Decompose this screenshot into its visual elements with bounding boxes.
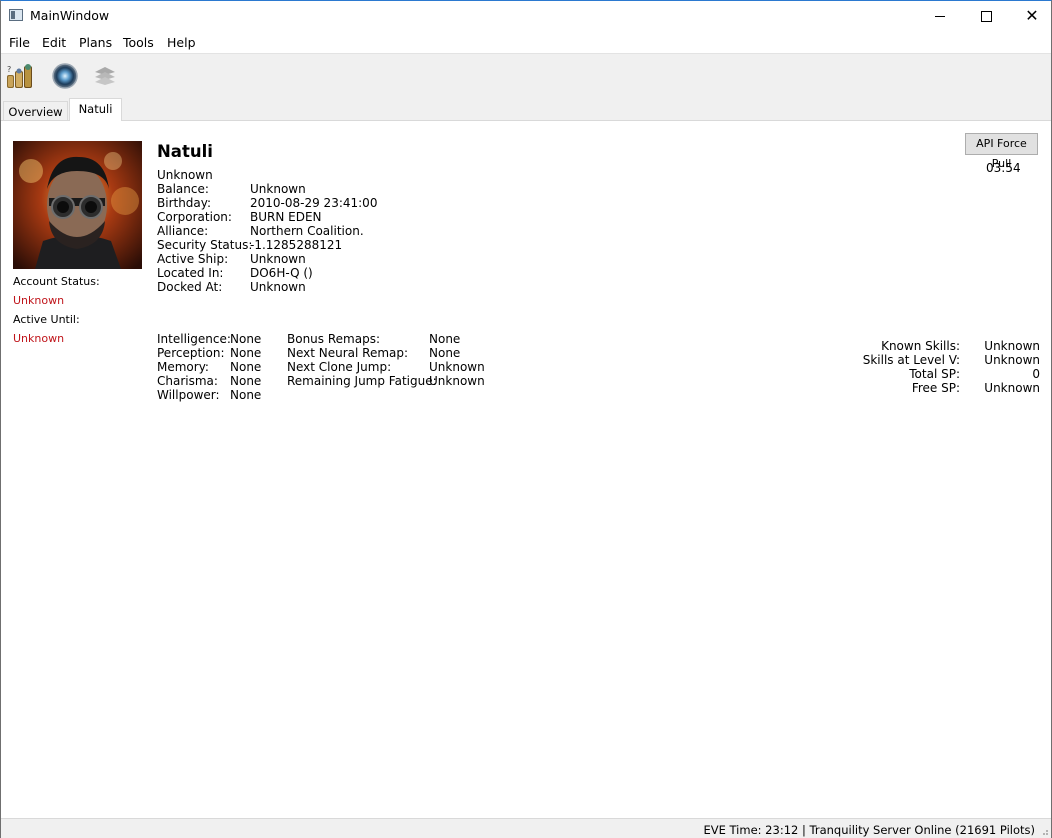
menu-bar: File Edit Plans Tools Help (1, 31, 1051, 53)
perception-value: None (230, 346, 262, 360)
tab-natuli[interactable]: Natuli (69, 98, 122, 121)
title-bar[interactable]: MainWindow ✕ (1, 1, 1051, 31)
charisma-value: None (230, 374, 262, 388)
menu-help[interactable]: Help (167, 35, 196, 50)
maximize-button[interactable] (963, 1, 1009, 31)
menu-plans[interactable]: Plans (79, 35, 112, 50)
skill-summary-label: Known Skills: (881, 339, 960, 353)
jump-fatigue-value: Unknown (429, 374, 485, 388)
total-sp-value: 0 (1032, 367, 1040, 381)
active-until-value: Unknown (13, 332, 65, 345)
close-button[interactable]: ✕ (1009, 1, 1052, 31)
attribute-label: Intelligence: (157, 332, 231, 346)
character-panel: Account Status: Unknown Active Until: Un… (1, 121, 1051, 818)
skill-summary-label: Total SP: (909, 367, 960, 381)
docked-at-value: Unknown (250, 280, 306, 294)
free-sp-value: Unknown (984, 381, 1040, 395)
info-label: Active Ship: (157, 252, 229, 266)
known-skills-value: Unknown (984, 339, 1040, 353)
menu-tools[interactable]: Tools (123, 35, 154, 50)
security-status-value: -1.1285288121 (250, 238, 343, 252)
corporation-value: BURN EDEN (250, 210, 322, 224)
info-label: Located In: (157, 266, 224, 280)
layers-icon[interactable] (89, 60, 121, 92)
located-in-value: DO6H-Q () (250, 266, 313, 280)
account-status-label: Account Status: (13, 275, 100, 288)
info-label: Balance: (157, 182, 209, 196)
alliance-value: Northern Coalition. (250, 224, 364, 238)
skills-level-v-value: Unknown (984, 353, 1040, 367)
remap-label: Bonus Remaps: (287, 332, 380, 346)
server-status-text: EVE Time: 23:12 | Tranquility Server Onl… (703, 823, 1035, 837)
intelligence-value: None (230, 332, 262, 346)
tab-bar: Overview Natuli (1, 98, 1051, 121)
attribute-label: Willpower: (157, 388, 220, 402)
skills-icon[interactable]: ? (5, 60, 37, 92)
info-label: Docked At: (157, 280, 223, 294)
window-title: MainWindow (30, 8, 110, 23)
attribute-label: Charisma: (157, 374, 218, 388)
tab-overview[interactable]: Overview (3, 101, 68, 120)
maximize-icon (980, 10, 992, 22)
active-ship-value: Unknown (250, 252, 306, 266)
remap-label: Next Clone Jump: (287, 360, 392, 374)
app-window-icon (9, 9, 23, 21)
api-timer: 03:54 (986, 161, 1021, 175)
info-label: Security Status: (157, 238, 253, 252)
info-label: Birthday: (157, 196, 212, 210)
memory-value: None (230, 360, 262, 374)
toolbar: ? (1, 53, 1051, 99)
close-icon: ✕ (1025, 6, 1039, 25)
account-status-value: Unknown (13, 294, 65, 307)
minimize-icon (935, 15, 945, 17)
info-label: Corporation: (157, 210, 232, 224)
birthday-value: 2010-08-29 23:41:00 (250, 196, 378, 210)
remap-label: Remaining Jump Fatigue: (287, 374, 437, 388)
skill-summary-label: Skills at Level V: (862, 353, 960, 367)
menu-edit[interactable]: Edit (42, 35, 66, 50)
character-subtitle: Unknown (157, 168, 213, 182)
attribute-label: Memory: (157, 360, 209, 374)
skill-summary-label: Free SP: (911, 381, 960, 395)
resize-grip-icon[interactable] (1039, 826, 1049, 836)
next-clone-jump-value: Unknown (429, 360, 485, 374)
bonus-remaps-value: None (429, 332, 461, 346)
attribute-label: Perception: (157, 346, 225, 360)
menu-file[interactable]: File (9, 35, 30, 50)
character-name: Natuli (157, 142, 213, 161)
balance-value: Unknown (250, 182, 306, 196)
main-window: MainWindow ✕ File Edit Plans Tools Help … (0, 0, 1052, 838)
next-neural-remap-value: None (429, 346, 461, 360)
active-until-label: Active Until: (13, 313, 80, 326)
status-bar: EVE Time: 23:12 | Tranquility Server Onl… (1, 818, 1051, 838)
api-force-pull-button[interactable]: API Force Pull (965, 133, 1038, 170)
info-label: Alliance: (157, 224, 209, 238)
willpower-value: None (230, 388, 262, 402)
remap-label: Next Neural Remap: (287, 346, 409, 360)
orb-icon[interactable] (49, 60, 81, 92)
character-portrait (13, 141, 142, 269)
svg-text:?: ? (7, 65, 11, 74)
minimize-button[interactable] (917, 1, 963, 31)
